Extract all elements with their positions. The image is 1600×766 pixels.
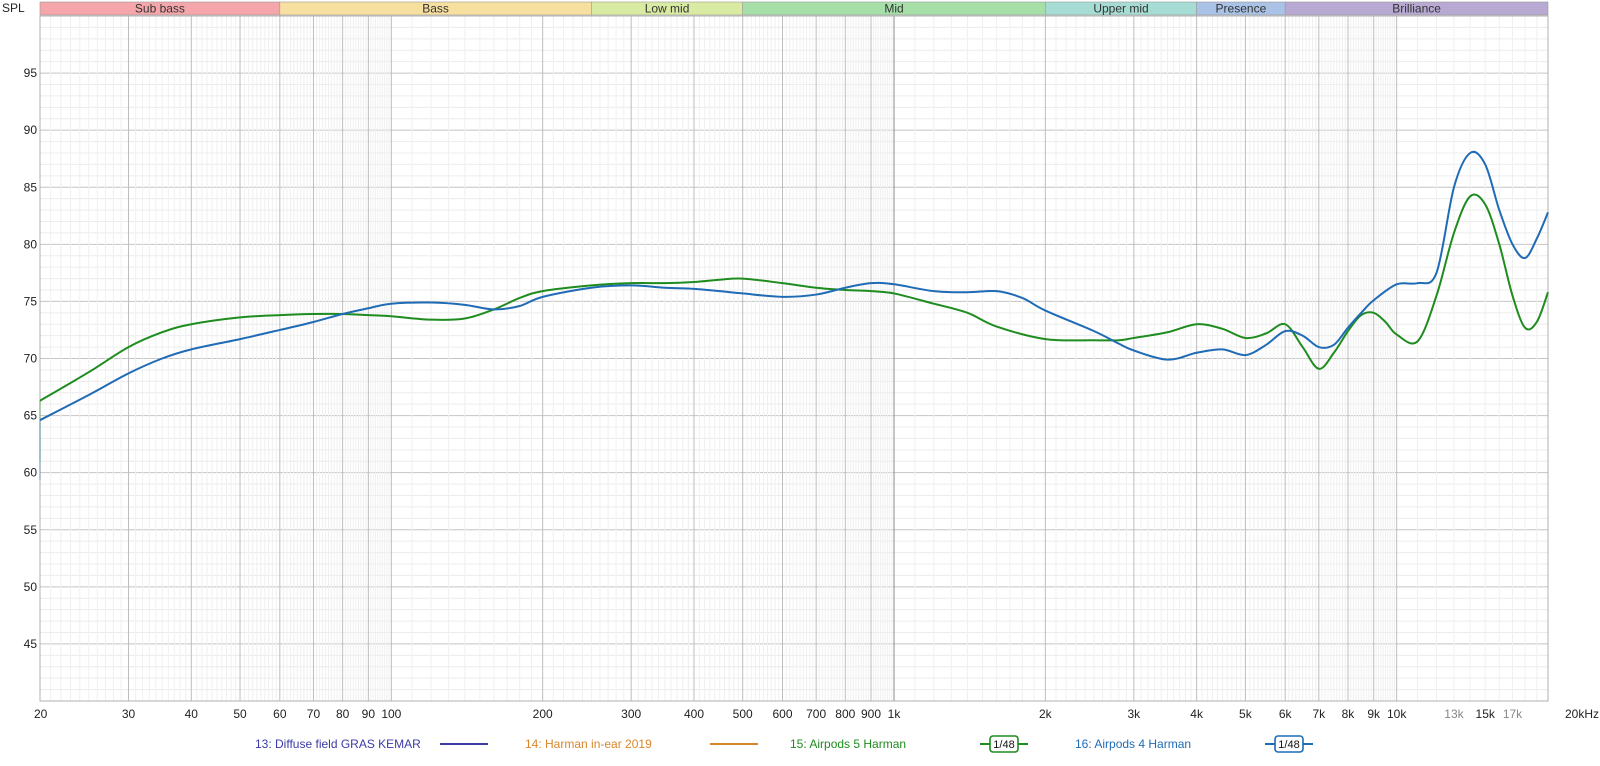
smoothing-badge-label: 1/48 [1278,739,1299,751]
x-tick-label: 900 [861,707,881,721]
x-tick-label: 70 [307,707,321,721]
y-tick-label: 60 [24,466,38,480]
band-label: Mid [884,2,903,16]
x-tick-label: 17k [1503,707,1523,721]
x-tick-label: 60 [273,707,287,721]
band-label: Presence [1216,2,1267,16]
x-tick-label: 20 [34,707,48,721]
y-tick-label: 55 [24,523,38,537]
y-tick-label: 65 [24,409,38,423]
smoothing-badge-label: 1/48 [993,739,1014,751]
y-tick-label: 85 [24,180,38,194]
x-tick-label: 30 [122,707,136,721]
y-tick-label: 50 [24,580,38,594]
legend-label[interactable]: 15: Airpods 5 Harman [790,737,906,751]
x-tick-label: 200 [533,707,553,721]
x-tick-label: 600 [772,707,792,721]
x-tick-label: 2k [1039,707,1053,721]
y-tick-label: 90 [24,123,38,137]
legend-label[interactable]: 16: Airpods 4 Harman [1075,737,1191,751]
x-tick-label: 100 [381,707,401,721]
y-tick-label: 45 [24,637,38,651]
frequency-response-chart: Sub bass Bass Low mid Mid Upper mid Presence B… [2,1,1599,753]
x-tick-label: 3k [1128,707,1142,721]
y-tick-label: 80 [24,237,38,251]
x-tick-label: 6k [1279,707,1293,721]
legend: 13: Diffuse field GRAS KEMAR 14: Harman i… [255,735,1313,753]
x-tick-label: 10k [1387,707,1407,721]
x-tick-label: 9k [1367,707,1381,721]
y-axis-label: SPL [2,1,25,15]
x-tick-label: 4k [1190,707,1204,721]
x-tick-label: 7k [1312,707,1326,721]
x-tick-label: 300 [621,707,641,721]
x-tick-label: 90 [362,707,376,721]
band-label: Upper mid [1093,2,1148,16]
x-tick-label: 700 [806,707,826,721]
band-label: Brilliance [1392,2,1441,16]
legend-label[interactable]: 14: Harman in-ear 2019 [525,737,652,751]
x-tick-label: 8k [1342,707,1356,721]
x-tick-label: 1k [888,707,902,721]
legend-label[interactable]: 13: Diffuse field GRAS KEMAR [255,737,421,751]
grid [39,15,1549,702]
y-tick-label: 75 [24,294,38,308]
x-tick-label: 500 [733,707,753,721]
x-tick-label: 5k [1239,707,1253,721]
x-tick-label: 13k [1444,707,1464,721]
axes: SPL 45 50 55 60 65 70 75 80 85 90 95 20 30 40 50 60 70 80 9… [2,1,1599,721]
band-label: Bass [422,2,449,16]
y-tick-label: 70 [24,352,38,366]
x-tick-label: 400 [684,707,704,721]
x-tick-label: 15k [1476,707,1496,721]
x-tick-label: 50 [233,707,247,721]
x-tick-label: 40 [185,707,199,721]
x-tick-label: 80 [336,707,350,721]
frequency-bands: Sub bass Bass Low mid Mid Upper mid Presence B… [39,2,1549,16]
x-tick-label: 800 [835,707,855,721]
band-label: Sub bass [135,2,185,16]
y-tick-label: 95 [24,66,38,80]
x-tick-label: 20kHz [1565,707,1599,721]
band-label: Low mid [645,2,690,16]
